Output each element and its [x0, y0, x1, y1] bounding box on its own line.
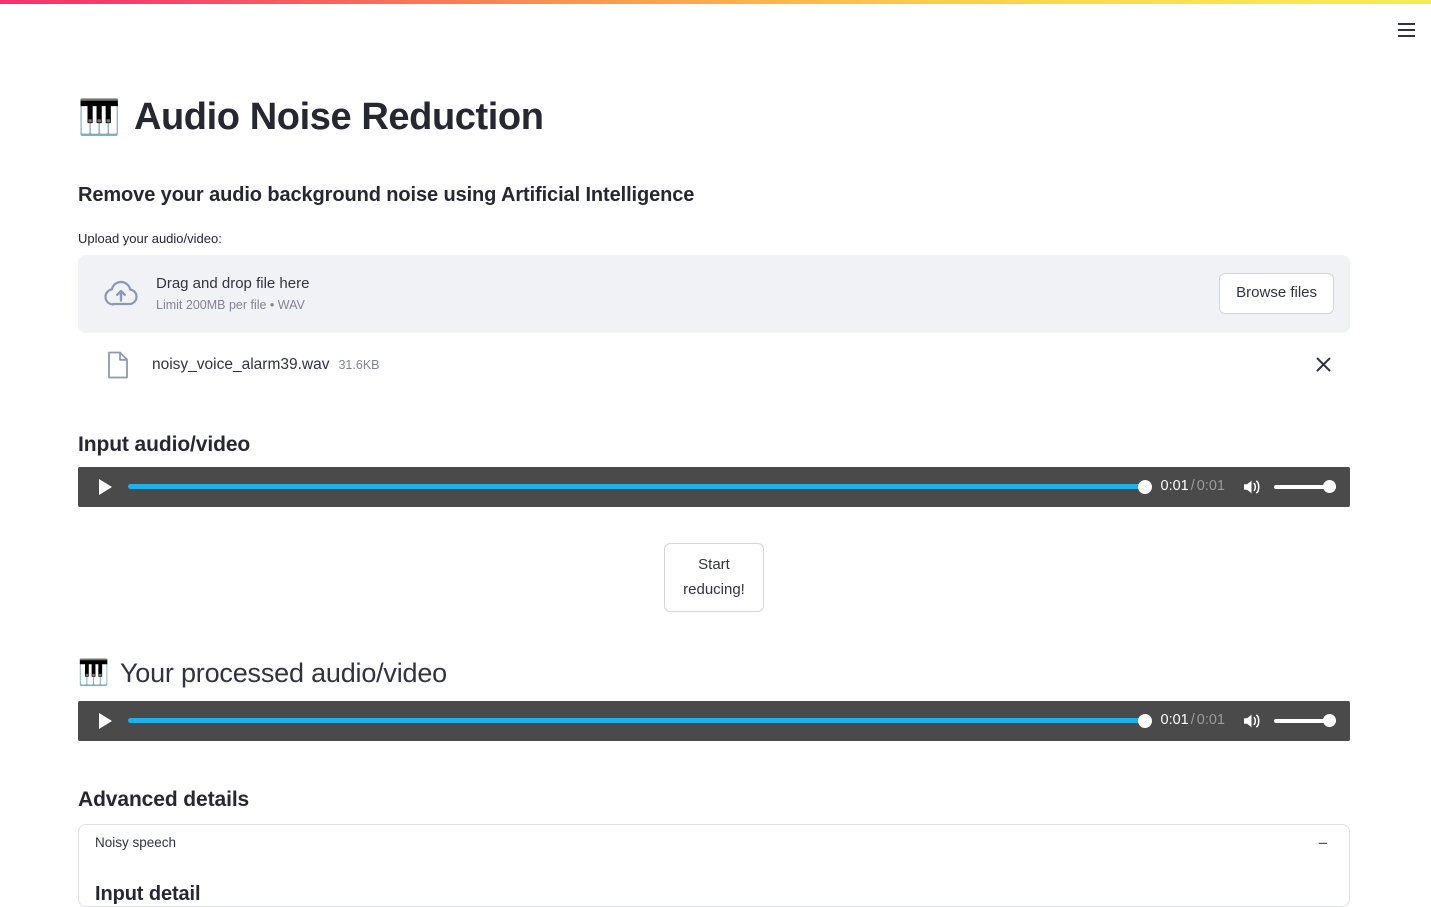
- input-total-time: 0:01: [1196, 478, 1225, 495]
- expander-body: Input detail: [79, 863, 1349, 906]
- output-play-button[interactable]: [88, 705, 120, 737]
- file-uploader-dropzone[interactable]: Drag and drop file here Limit 200MB per …: [78, 254, 1350, 333]
- expander-header-noisy-speech[interactable]: Noisy speech −: [79, 825, 1349, 863]
- uploader-drop-text: Drag and drop file here: [156, 274, 310, 292]
- browse-files-button[interactable]: Browse files: [1219, 273, 1334, 314]
- page-title-text: Audio Noise Reduction: [133, 96, 544, 138]
- uploader-instructions: Drag and drop file here Limit 200MB per …: [156, 273, 1219, 315]
- output-section-heading-text: Your processed audio/video: [119, 657, 447, 688]
- volume-high-icon: [1244, 480, 1260, 494]
- play-icon: [99, 712, 112, 729]
- uploader-limit-text: Limit 200MB per file • WAV: [156, 298, 305, 313]
- uploaded-file-row: noisy_voice_alarm39.wav 31.6KB: [78, 344, 1350, 386]
- input-detail-heading: Input detail: [95, 882, 201, 905]
- remove-file-button[interactable]: [1308, 350, 1338, 380]
- top-decoration-bar: [0, 0, 1431, 4]
- input-volume-handle[interactable]: [1323, 480, 1336, 494]
- output-total-time: 0:01: [1196, 712, 1225, 729]
- start-button-label-line1: Start: [698, 555, 730, 573]
- output-seek-track: [128, 718, 1151, 724]
- uploaded-file-size: 31.6KB: [338, 357, 380, 372]
- input-seek-track: [128, 484, 1151, 490]
- start-button-label-line2: reducing!: [683, 581, 745, 599]
- input-audio-player[interactable]: 0:01/0:01: [78, 466, 1350, 507]
- page-title: 🎹 Audio Noise Reduction: [78, 94, 1352, 142]
- main-content: 🎹 Audio Noise Reduction Remove your audi…: [0, 0, 1431, 907]
- input-volume-slider[interactable]: [1274, 480, 1336, 494]
- start-button-row: Start reducing!: [78, 542, 1350, 612]
- advanced-details-heading: Advanced details: [78, 787, 250, 811]
- uploaded-file-meta: noisy_voice_alarm39.wav 31.6KB: [152, 354, 1308, 376]
- input-section-heading: Input audio/video: [78, 432, 251, 456]
- output-volume-button[interactable]: [1241, 710, 1263, 732]
- output-volume-handle[interactable]: [1323, 714, 1336, 728]
- input-seek-handle[interactable]: [1137, 479, 1152, 494]
- output-audio-player[interactable]: 0:01/0:01: [78, 700, 1350, 741]
- output-current-time: 0:01: [1160, 712, 1189, 729]
- output-volume-slider[interactable]: [1274, 714, 1336, 728]
- musical-notes-icon: 🎹: [78, 658, 109, 687]
- start-reducing-button[interactable]: Start reducing!: [664, 542, 764, 612]
- uploader-label: Upload your audio/video:: [78, 230, 222, 246]
- minus-icon[interactable]: −: [1315, 835, 1331, 852]
- uploaded-file-name: noisy_voice_alarm39.wav: [152, 355, 330, 373]
- input-current-time: 0:01: [1160, 478, 1189, 495]
- output-time-display: 0:01/0:01: [1161, 713, 1226, 728]
- input-time-separator: /: [1190, 478, 1195, 495]
- advanced-details-expander: Noisy speech − Input detail: [78, 823, 1350, 907]
- output-time-separator: /: [1190, 712, 1195, 729]
- expander-title: Noisy speech: [95, 835, 177, 851]
- page-subtitle: Remove your audio background noise using…: [78, 183, 695, 206]
- musical-notes-icon: 🎹: [78, 98, 120, 137]
- volume-high-icon: [1244, 714, 1260, 728]
- input-volume-button[interactable]: [1241, 476, 1263, 498]
- cloud-upload-icon: [98, 274, 144, 314]
- input-seek-slider[interactable]: [128, 479, 1152, 495]
- file-icon: [98, 351, 138, 379]
- output-section-heading: 🎹 Your processed audio/video: [78, 658, 1352, 689]
- input-time-display: 0:01/0:01: [1161, 479, 1226, 494]
- close-icon: [1316, 357, 1330, 372]
- output-seek-slider[interactable]: [128, 713, 1152, 729]
- block-container: 🎹 Audio Noise Reduction Remove your audi…: [78, 0, 1352, 907]
- play-icon: [99, 478, 112, 495]
- input-play-button[interactable]: [88, 471, 120, 503]
- output-seek-handle[interactable]: [1137, 713, 1152, 728]
